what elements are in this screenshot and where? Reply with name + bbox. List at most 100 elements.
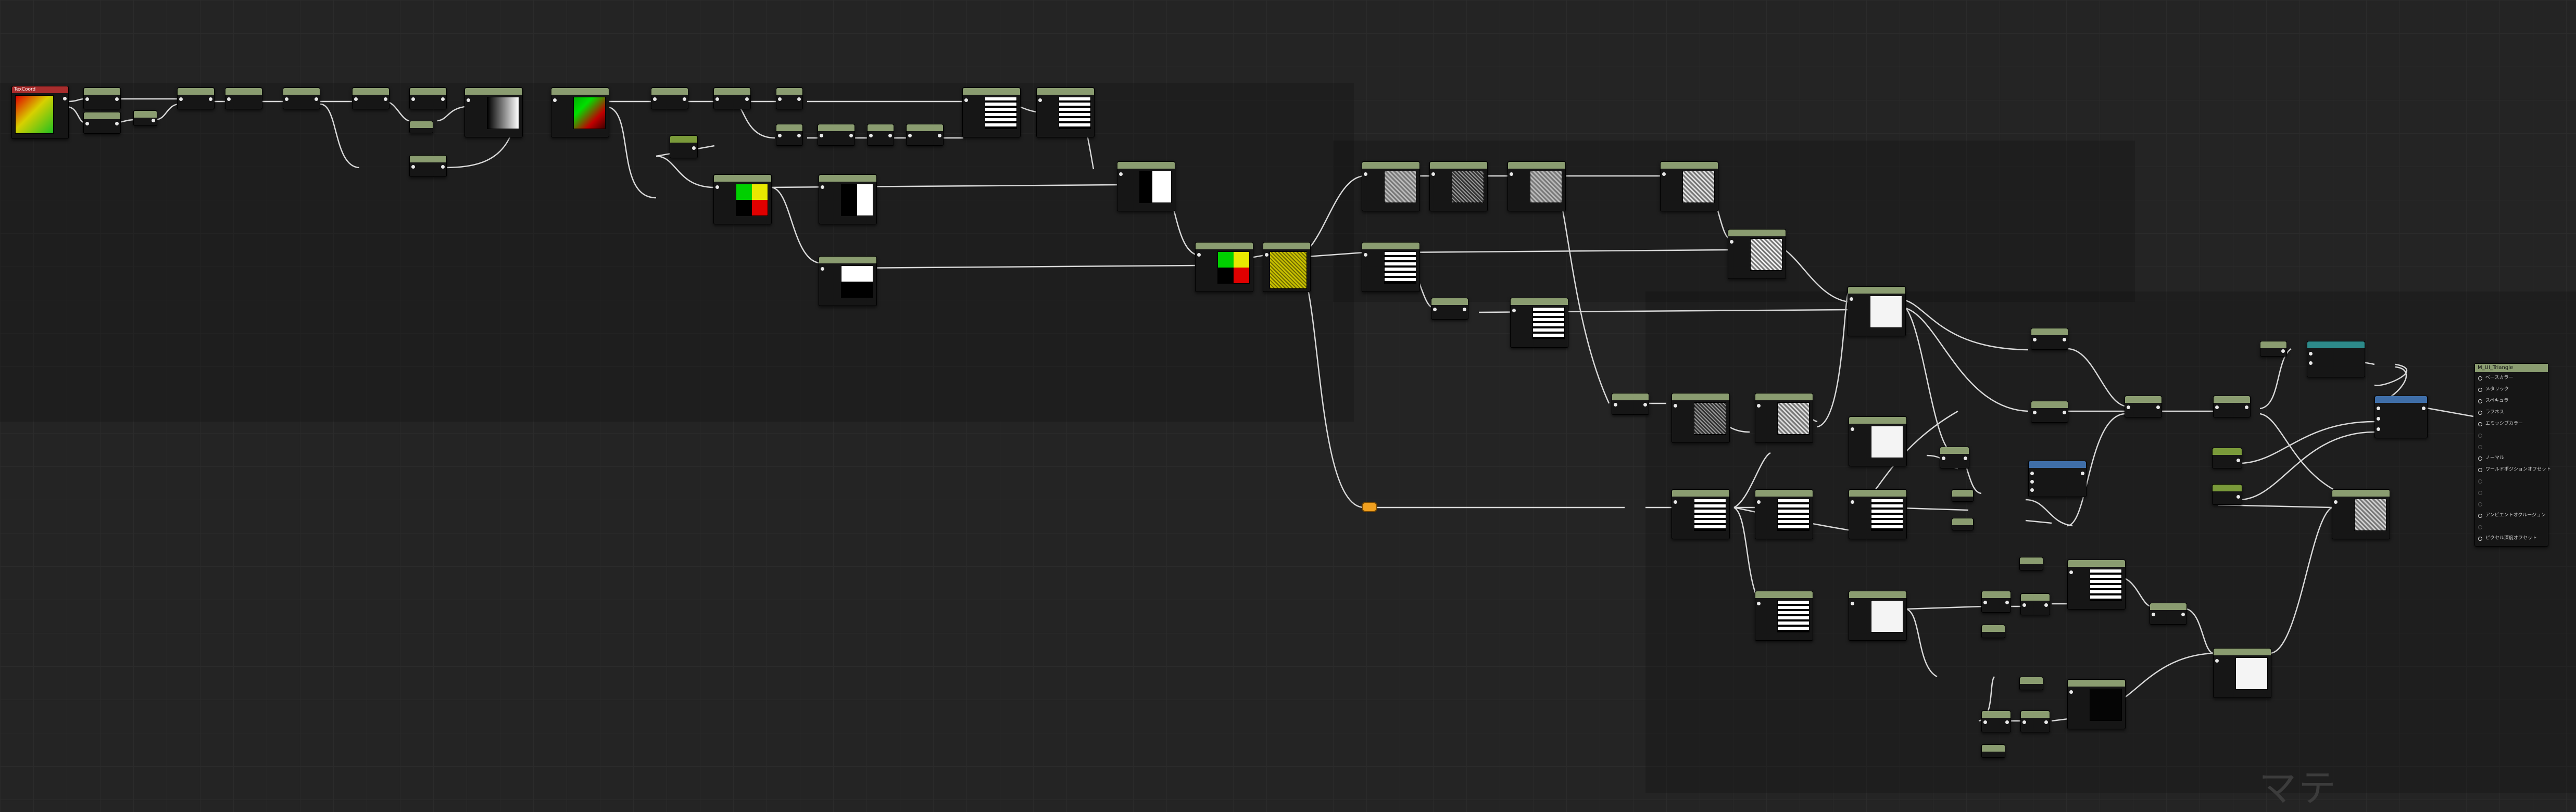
pin[interactable] (778, 134, 782, 137)
pin[interactable] (2377, 427, 2380, 431)
pin[interactable] (85, 122, 89, 125)
pin[interactable] (1364, 172, 1367, 176)
multiply-node[interactable] (1755, 591, 1813, 641)
pin[interactable] (2152, 613, 2155, 616)
pin[interactable] (820, 134, 823, 137)
pin[interactable] (653, 97, 657, 101)
parameter-node[interactable] (670, 135, 698, 158)
pin[interactable] (778, 97, 782, 101)
subtract-node[interactable] (1849, 489, 1907, 539)
pin[interactable] (2033, 338, 2037, 341)
constant-node[interactable] (1952, 518, 1974, 530)
pin[interactable] (2215, 659, 2219, 663)
constant-node[interactable] (2260, 341, 2287, 357)
append-node[interactable] (177, 87, 215, 109)
pin[interactable] (2215, 405, 2219, 409)
subtract-node[interactable] (2031, 401, 2068, 423)
add-node[interactable] (1117, 161, 1175, 211)
material-output-node[interactable]: M_UI_Triangle ベースカラー メタリック スペキュラ ラフネス エミ… (2474, 363, 2551, 547)
add-node[interactable] (2150, 603, 2187, 625)
divide-node[interactable] (818, 124, 855, 146)
constant-node[interactable] (1981, 744, 2005, 758)
multiply-node[interactable] (713, 174, 772, 224)
divide-node[interactable] (2213, 396, 2251, 417)
mask-node[interactable] (1612, 393, 1649, 415)
multiply-node[interactable] (906, 124, 944, 146)
multiply-node[interactable] (2332, 489, 2390, 539)
add-node[interactable] (2125, 396, 2162, 417)
frac-node[interactable] (1263, 242, 1311, 292)
pin[interactable] (745, 97, 749, 101)
pin[interactable] (2005, 720, 2009, 724)
pin[interactable] (2069, 570, 2073, 574)
multiply-node[interactable] (1660, 161, 1718, 211)
step-node[interactable] (1728, 229, 1786, 279)
mask-node[interactable] (1362, 161, 1420, 211)
subtract-node[interactable] (2213, 648, 2271, 698)
pin[interactable] (2245, 405, 2248, 409)
constant-node[interactable] (2019, 557, 2043, 570)
pin[interactable] (2377, 407, 2380, 410)
multiply-node[interactable] (1755, 489, 1813, 539)
multiply-node[interactable] (464, 87, 523, 137)
power-node[interactable] (1981, 591, 2011, 613)
output-pin-world-position-offset[interactable]: ワールドポジションオフセット (2475, 464, 2551, 475)
subtract-node[interactable] (2067, 560, 2126, 610)
pin[interactable] (2181, 613, 2185, 616)
append-node[interactable] (1195, 242, 1253, 292)
multiply-node[interactable] (713, 87, 751, 109)
subtract-node[interactable] (2031, 328, 2068, 350)
pin[interactable] (1757, 404, 1761, 408)
output-pin-pixel-depth-offset[interactable]: ピクセル深度オフセット (2475, 532, 2548, 544)
pin[interactable] (1674, 500, 1677, 504)
output-pin-base-color[interactable]: ベースカラー (2475, 372, 2548, 384)
texcoord-node[interactable]: TexCoord (11, 86, 69, 139)
pin[interactable] (2033, 411, 2037, 414)
mask-node[interactable] (651, 87, 688, 109)
pin[interactable] (1643, 403, 1647, 407)
divide-node[interactable] (409, 87, 447, 109)
power-node[interactable] (2020, 710, 2050, 732)
output-pin-roughness[interactable]: ラフネス (2475, 407, 2548, 418)
pin[interactable] (1983, 601, 1987, 604)
pin[interactable] (2063, 411, 2066, 414)
subtract-node[interactable] (1429, 161, 1488, 211)
pin[interactable] (1942, 456, 1945, 460)
pin[interactable] (1964, 456, 1967, 460)
pin[interactable] (888, 134, 892, 137)
pin[interactable] (2156, 405, 2160, 409)
pin[interactable] (315, 97, 318, 101)
pin[interactable] (1197, 253, 1201, 257)
mask-node[interactable] (409, 155, 447, 177)
max-node[interactable] (1848, 286, 1906, 336)
pin[interactable] (441, 165, 445, 169)
pin[interactable] (692, 146, 696, 150)
constant-node[interactable] (1952, 489, 1974, 502)
pin[interactable] (683, 97, 686, 101)
mask-node[interactable] (83, 87, 121, 109)
pin[interactable] (411, 97, 415, 101)
pin[interactable] (384, 97, 387, 101)
pin[interactable] (869, 134, 873, 137)
pin[interactable] (2309, 352, 2313, 356)
pin[interactable] (411, 165, 415, 169)
switch-node[interactable] (2028, 461, 2087, 497)
pin[interactable] (285, 97, 288, 101)
pin[interactable] (1431, 172, 1435, 176)
pin[interactable] (1614, 403, 1617, 407)
pin[interactable] (2030, 480, 2034, 484)
mask-node[interactable] (1362, 242, 1420, 292)
pin[interactable] (1851, 602, 1854, 605)
multiply-node[interactable] (1672, 489, 1730, 539)
pin[interactable] (1433, 308, 1437, 311)
pin[interactable] (908, 134, 912, 137)
multiply-node[interactable] (1755, 393, 1813, 443)
power-node[interactable] (1981, 710, 2011, 732)
multiply-node[interactable] (1849, 591, 1907, 641)
pin[interactable] (2030, 488, 2034, 492)
multiply-node[interactable] (1036, 87, 1095, 137)
subtract-node[interactable] (283, 87, 320, 109)
pin[interactable] (1983, 720, 1987, 724)
pin[interactable] (2281, 349, 2285, 353)
pin[interactable] (2236, 459, 2240, 462)
